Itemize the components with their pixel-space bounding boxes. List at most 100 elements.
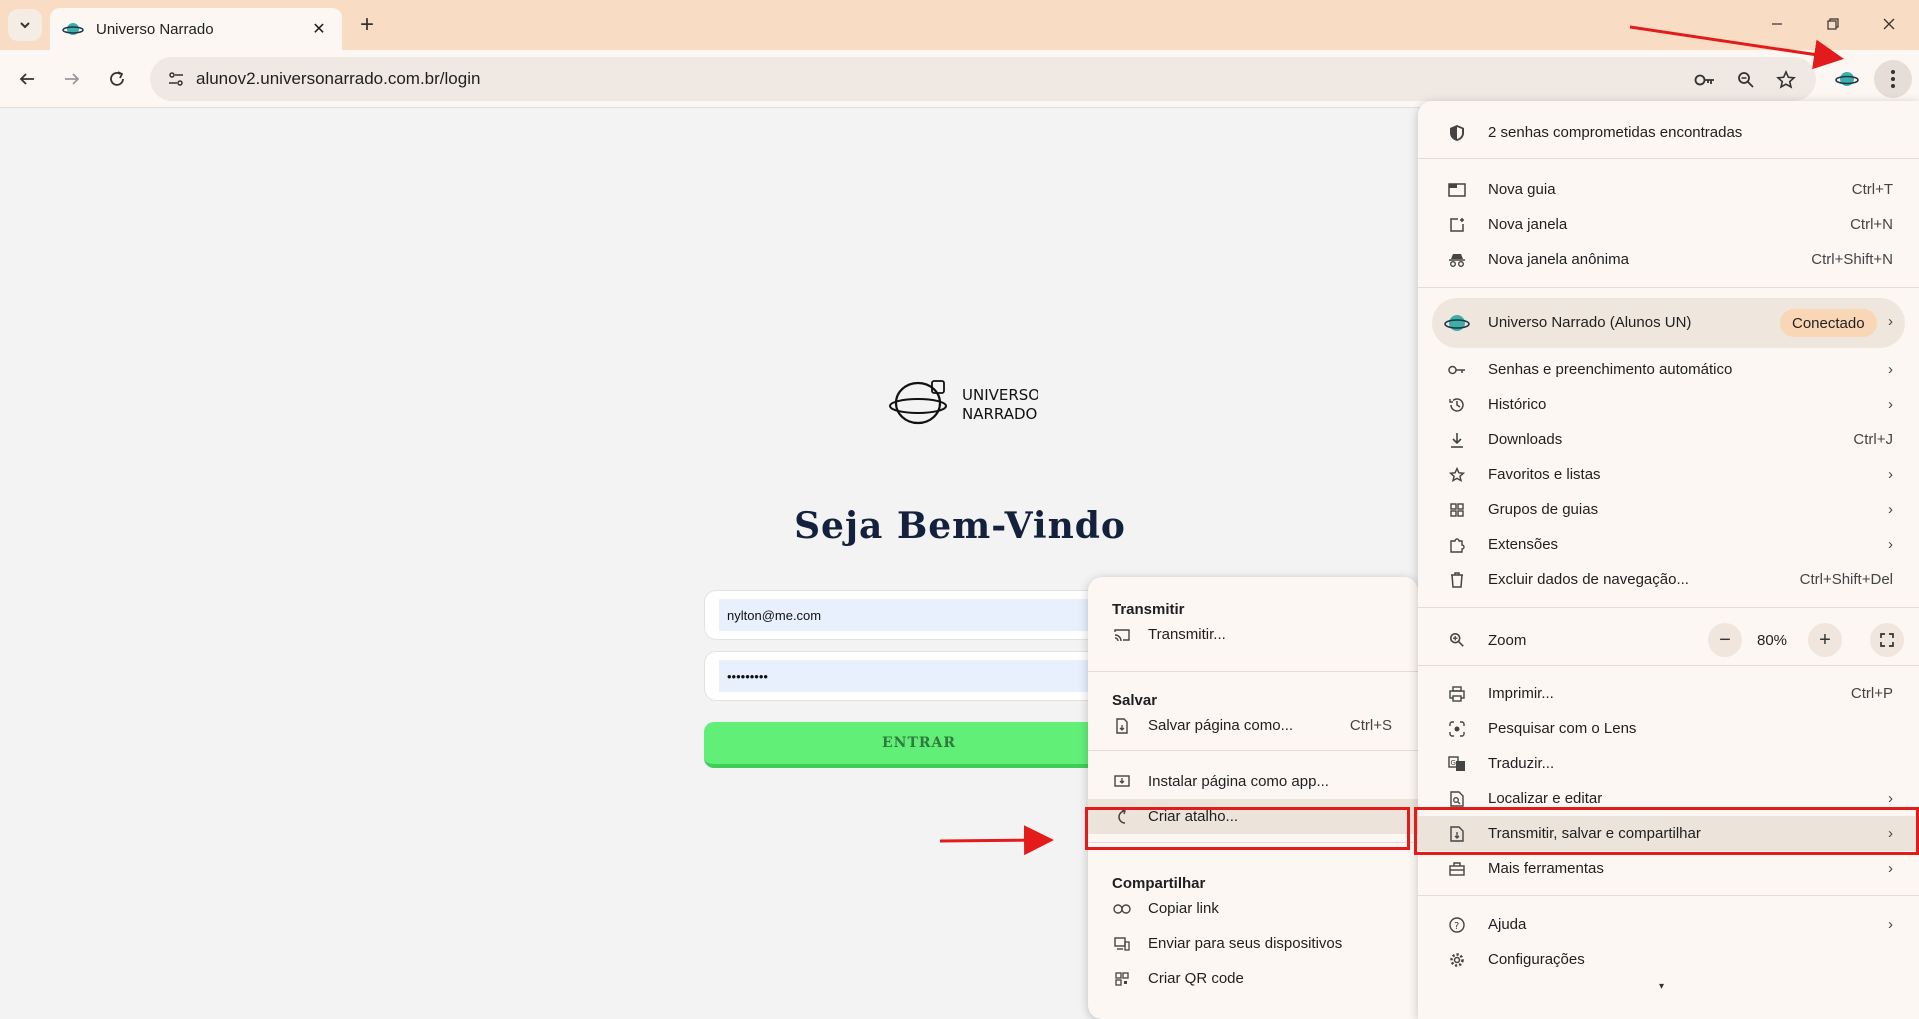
menu-item-help[interactable]: ? Ajuda › <box>1418 907 1919 942</box>
password-field[interactable]: ••••••••• <box>704 651 1134 701</box>
site-info-icon[interactable] <box>156 57 196 101</box>
zoom-in-button[interactable]: + <box>1808 623 1842 657</box>
menu-item-lens[interactable]: Pesquisar com o Lens <box>1418 711 1919 746</box>
zoom-value: 80% <box>1757 631 1788 649</box>
fullscreen-button[interactable] <box>1870 623 1904 657</box>
reload-button[interactable] <box>100 62 134 96</box>
menu-item-settings[interactable]: Configurações <box>1418 942 1919 977</box>
universo-narrado-logo: UNIVERSO NARRADO <box>888 378 1040 428</box>
menu-item-send-devices[interactable]: Enviar para seus dispositivos <box>1088 926 1418 961</box>
profile-name: Universo Narrado (Alunos UN) <box>1488 314 1692 331</box>
menu-item-new-tab[interactable]: Nova guia Ctrl+T <box>1418 172 1919 207</box>
extension-planet-icon[interactable] <box>1830 62 1864 96</box>
menu-item-cast[interactable]: Transmitir... <box>1088 617 1418 652</box>
browser-menu-button[interactable] <box>1874 60 1912 98</box>
fullscreen-icon <box>1880 633 1894 647</box>
printer-icon <box>1446 683 1468 705</box>
shield-icon <box>1446 122 1468 144</box>
menu-item-history[interactable]: Histórico › <box>1418 387 1919 422</box>
forward-button[interactable] <box>55 62 89 96</box>
password-key-icon[interactable] <box>1689 64 1721 96</box>
menu-item-extensions[interactable]: Extensões › <box>1418 527 1919 562</box>
new-tab-button[interactable]: + <box>352 10 382 40</box>
profile-status-badge: Conectado <box>1780 309 1877 337</box>
enter-button[interactable]: ENTRAR <box>704 722 1134 768</box>
back-arrow-icon <box>19 73 34 85</box>
menu-item-bookmarks[interactable]: Favoritos e listas › <box>1418 457 1919 492</box>
menu-item-zoom: Zoom − 80% + <box>1418 620 1919 660</box>
close-window-button[interactable] <box>1866 6 1912 42</box>
logo-line2: NARRADO <box>962 405 1037 423</box>
profile-avatar-icon <box>1444 315 1470 331</box>
save-page-icon <box>1112 716 1132 736</box>
link-icon <box>1112 899 1132 919</box>
chevron-right-icon: › <box>1888 860 1893 877</box>
download-icon <box>1446 429 1468 451</box>
email-field[interactable]: nylton@me.com <box>704 590 1134 640</box>
install-app-icon <box>1112 772 1132 792</box>
menu-item-clear-data[interactable]: Excluir dados de navegação... Ctrl+Shift… <box>1418 562 1919 597</box>
menu-item-passwords[interactable]: Senhas e preenchimento automático › <box>1418 352 1919 387</box>
submenu-header-save: Salvar <box>1112 692 1158 709</box>
menu-item-more-tools[interactable]: Mais ferramentas › <box>1418 851 1919 886</box>
submenu-header-share: Compartilhar <box>1112 875 1206 892</box>
key-icon <box>1446 359 1468 381</box>
gear-icon <box>1446 949 1468 971</box>
chevron-down-icon <box>20 22 30 29</box>
chevron-right-icon: › <box>1888 916 1893 933</box>
chevron-right-icon: › <box>1888 501 1893 518</box>
highlight-box-cast-save-share <box>1414 807 1919 855</box>
zoom-out-button[interactable]: − <box>1708 623 1742 657</box>
forward-arrow-icon <box>65 73 80 85</box>
highlight-box-create-shortcut <box>1085 807 1410 850</box>
help-icon: ? <box>1446 914 1468 936</box>
svg-text:?: ? <box>1454 921 1459 932</box>
minimize-icon <box>1772 23 1782 25</box>
menu-item-new-window[interactable]: Nova janela Ctrl+N <box>1418 207 1919 242</box>
browser-tab[interactable]: Universo Narrado ✕ <box>50 8 342 50</box>
tab-search-button[interactable] <box>8 9 42 41</box>
menu-item-translate[interactable]: G Traduzir... <box>1418 746 1919 781</box>
chevron-right-icon: › <box>1888 536 1893 553</box>
history-icon <box>1446 394 1468 416</box>
menu-item-copy-link[interactable]: Copiar link <box>1088 891 1418 926</box>
menu-item-profile[interactable]: Universo Narrado (Alunos UN) Conectado › <box>1432 298 1905 348</box>
restore-button[interactable] <box>1810 6 1856 42</box>
incognito-icon <box>1446 249 1468 271</box>
zoom-icon[interactable] <box>1730 64 1762 96</box>
submenu-header-cast: Transmitir <box>1112 601 1185 618</box>
menu-item-save-page[interactable]: Salvar página como... Ctrl+S <box>1088 708 1418 743</box>
trash-icon <box>1446 569 1468 591</box>
menu-item-downloads[interactable]: Downloads Ctrl+J <box>1418 422 1919 457</box>
email-value: nylton@me.com <box>719 599 1119 631</box>
translate-icon: G <box>1446 753 1468 775</box>
menu-item-install-app[interactable]: Instalar página como app... <box>1088 764 1418 799</box>
reload-icon <box>110 71 124 86</box>
close-tab-icon[interactable]: ✕ <box>308 18 330 40</box>
chevron-right-icon: › <box>1888 790 1893 807</box>
minimize-button[interactable] <box>1754 6 1800 42</box>
cast-save-share-submenu: Transmitir Transmitir... Salvar Salvar p… <box>1088 577 1589 1019</box>
more-vert-icon <box>1891 70 1895 88</box>
qr-code-icon <box>1112 969 1132 989</box>
back-button[interactable] <box>10 62 44 96</box>
menu-item-tab-groups[interactable]: Grupos de guias › <box>1418 492 1919 527</box>
svg-text:G: G <box>1451 759 1456 767</box>
menu-item-print[interactable]: Imprimir... Ctrl+P <box>1418 676 1919 711</box>
menu-item-incognito[interactable]: Nova janela anônima Ctrl+Shift+N <box>1418 242 1919 277</box>
planet-icon <box>62 23 84 35</box>
restore-icon <box>1827 18 1839 30</box>
tab-groups-icon <box>1446 499 1468 521</box>
menu-item-qr-code[interactable]: Criar QR code <box>1088 961 1418 996</box>
address-bar[interactable]: alunov2.universonarrado.com.br/login <box>150 57 1816 101</box>
cast-icon <box>1112 625 1132 645</box>
lens-icon <box>1446 718 1468 740</box>
bookmark-star-icon[interactable] <box>1770 64 1802 96</box>
chevron-right-icon: › <box>1888 466 1893 483</box>
toolbox-icon <box>1446 858 1468 880</box>
menu-item-compromised-passwords[interactable]: 2 senhas comprometidas encontradas <box>1418 115 1919 150</box>
scroll-down-icon[interactable]: ▾ <box>1659 981 1664 992</box>
chevron-right-icon: › <box>1888 313 1893 330</box>
tab-title: Universo Narrado <box>96 20 214 38</box>
password-value: ••••••••• <box>719 660 1119 692</box>
